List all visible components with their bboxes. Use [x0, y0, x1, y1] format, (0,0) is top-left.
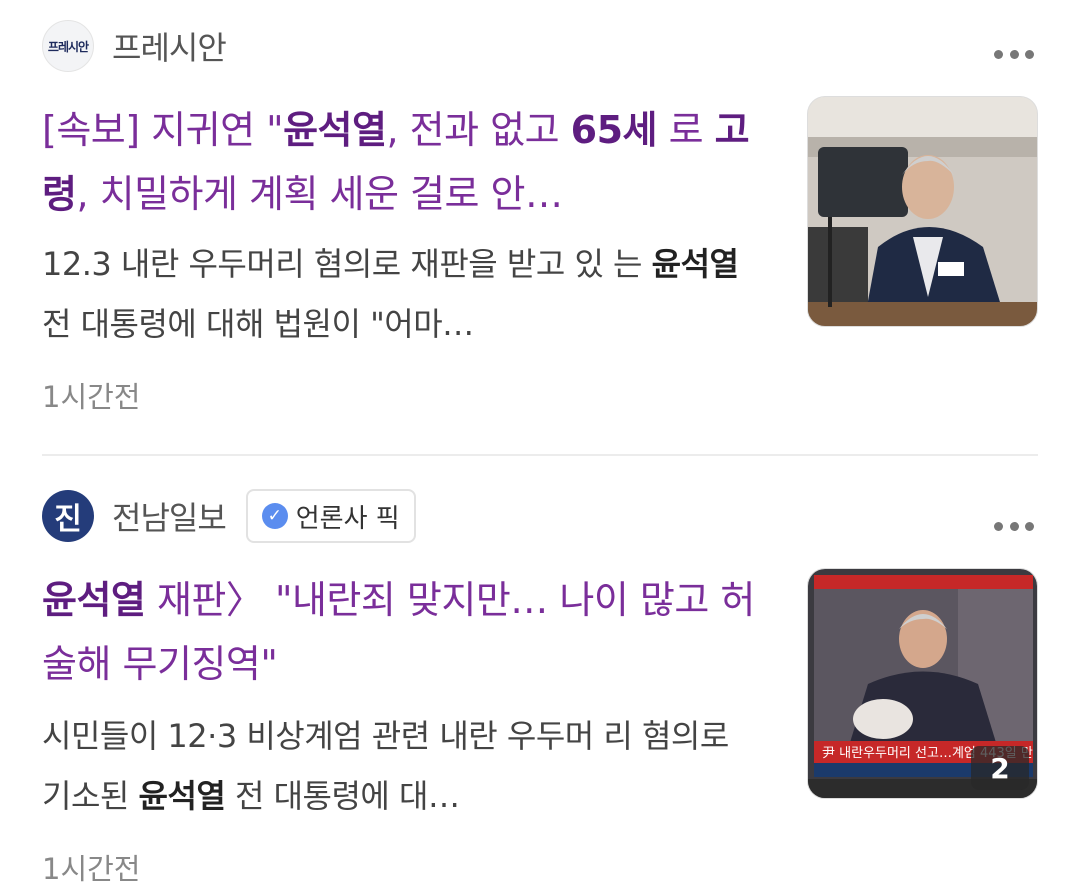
check-icon: ✓ [261, 503, 288, 529]
news-card[interactable]: 진 전남일보 ✓ 언론사 픽 윤석열 재판〉 "내란죄 맞지만… 나이 많고 허… [0, 456, 1080, 893]
timestamp: 1시간전 [42, 380, 141, 414]
article-thumbnail[interactable]: 尹 내란우두머리 선고…계엄 443일 만 2 [807, 568, 1038, 799]
press-logo-text: 프레시안 [47, 39, 89, 54]
more-options-icon[interactable] [994, 520, 1034, 532]
news-photo-icon [808, 97, 1037, 326]
image-count-badge: 2 [971, 746, 1029, 790]
press-logo[interactable]: 진 [42, 490, 94, 542]
article-thumbnail[interactable] [807, 96, 1038, 327]
article-summary[interactable]: 시민들이 12·3 비상계엄 관련 내란 우두머 리 혐의로 기소된 윤석열 전… [42, 706, 757, 826]
press-pick-badge[interactable]: ✓ 언론사 픽 [245, 489, 416, 543]
press-header: 진 전남일보 ✓ 언론사 픽 [42, 489, 416, 543]
press-name[interactable]: 전남일보 [112, 493, 227, 539]
press-logo-text: 진 [54, 502, 82, 537]
article-title[interactable]: 윤석열 재판〉 "내란죄 맞지만… 나이 많고 허술해 무기징역" [42, 568, 762, 696]
article-title[interactable]: [속보] 지귀연 "윤석열, 전과 없고 65세 로 고령, 치밀하게 계획 세… [42, 98, 762, 226]
news-card[interactable]: 프레시안 프레시안 [속보] 지귀연 "윤석열, 전과 없고 65세 로 고령,… [0, 0, 1080, 455]
more-options-icon[interactable] [994, 48, 1034, 60]
pick-label: 언론사 픽 [295, 503, 400, 534]
press-logo[interactable]: 프레시안 [42, 20, 94, 72]
press-header: 프레시안 프레시안 [42, 20, 227, 72]
timestamp: 1시간전 [42, 852, 141, 886]
article-summary[interactable]: 12.3 내란 우두머리 혐의로 재판을 받고 있 는 윤석열 전 대통령에 대… [42, 234, 757, 354]
press-name[interactable]: 프레시안 [112, 23, 227, 69]
